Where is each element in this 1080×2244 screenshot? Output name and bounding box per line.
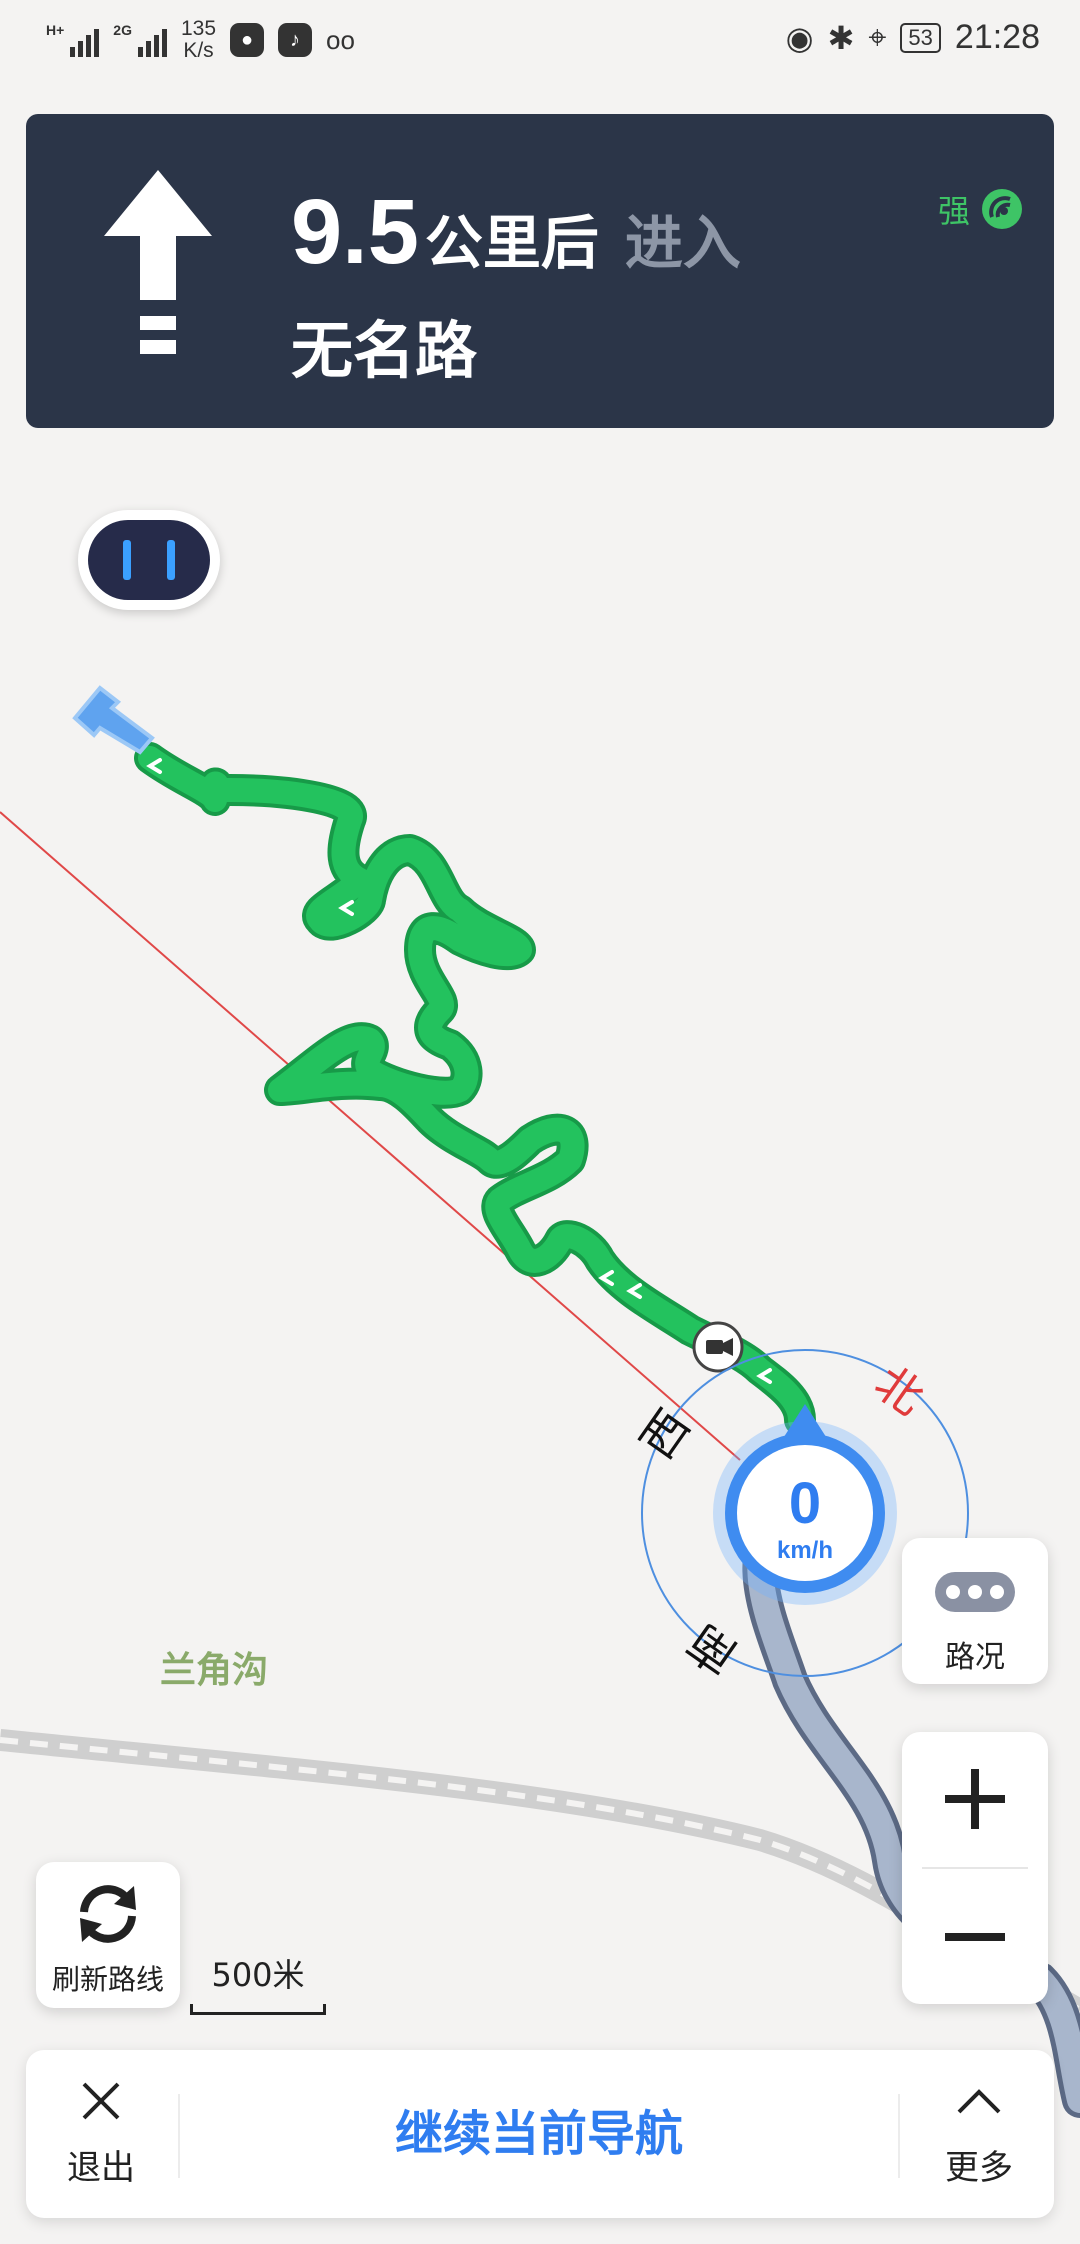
compass-south: 南: [678, 1614, 747, 1685]
cellular-signal-2-icon: 2G: [113, 23, 167, 57]
distance-unit: 公里后: [424, 211, 599, 276]
gps-signal-icon: [982, 189, 1022, 229]
exit-label: 退出: [67, 2148, 135, 2188]
distance-value: 9.5: [291, 181, 419, 283]
destination-arrow: [72, 685, 155, 755]
traffic-icon: [935, 1572, 1015, 1612]
traffic-button[interactable]: 路况: [902, 1538, 1048, 1684]
refresh-route-label: 刷新路线: [51, 1963, 164, 1996]
minus-icon: [945, 1933, 1005, 1941]
location-icon: ⌖: [868, 18, 887, 55]
speed-camera-marker: [692, 1321, 744, 1373]
clock: 21:28: [954, 18, 1040, 56]
chevron-up-icon: [957, 2089, 1001, 2114]
refresh-icon: [80, 1885, 136, 1943]
voicemail-icon: oo: [326, 24, 355, 55]
straight-arrow-icon: [104, 170, 212, 354]
status-bar: H+ 2G 135 K/s ● ♪ oo ◉ ✱ ⌖ 53 21:28: [0, 0, 1080, 90]
road-name: 无名路: [291, 314, 478, 387]
action-text: 进入: [624, 211, 741, 276]
distance-instruction: 9.5 公里后 进入: [291, 180, 741, 285]
compass-west: 西: [630, 1400, 701, 1469]
guidance-panel: 9.5 公里后 进入 无名路 强: [26, 114, 1054, 428]
scale-bar: [190, 2004, 326, 2015]
pause-icon: [123, 540, 131, 580]
scale-label: 500米: [211, 1956, 305, 1994]
cellular-signal-icon: H+: [46, 23, 100, 57]
refresh-route-button[interactable]: 刷新路线: [36, 1862, 180, 2008]
plus-icon: [945, 1769, 1005, 1829]
zoom-out-button[interactable]: [902, 1870, 1048, 2004]
bottom-bar: 退出 继续当前导航 更多: [26, 2050, 1054, 2218]
continue-navigation-button[interactable]: 继续当前导航: [182, 2050, 896, 2218]
close-icon: [82, 2082, 120, 2120]
network-speed: 135 K/s: [180, 17, 217, 62]
gps-strength: 强: [938, 186, 1024, 232]
pause-button[interactable]: [78, 510, 220, 610]
bluetooth-icon: ✱: [827, 19, 855, 56]
zoom-in-button[interactable]: [902, 1732, 1048, 1866]
exit-button[interactable]: 退出: [26, 2050, 176, 2218]
du-icon: ●: [230, 23, 265, 57]
map-scale: 500米: [190, 1950, 326, 2015]
zoom-control: [902, 1732, 1048, 2004]
eye-icon: ◉: [785, 19, 814, 56]
tiktok-icon: ♪: [278, 23, 313, 57]
more-label: 更多: [945, 2148, 1013, 2188]
speed-unit: km/h: [777, 1537, 833, 1564]
traffic-label: 路况: [945, 1640, 1005, 1675]
battery-icon: 53: [900, 22, 941, 53]
place-label: 兰角沟: [160, 1650, 268, 1691]
more-button[interactable]: 更多: [904, 2050, 1054, 2218]
current-speed: 0: [789, 1471, 821, 1536]
